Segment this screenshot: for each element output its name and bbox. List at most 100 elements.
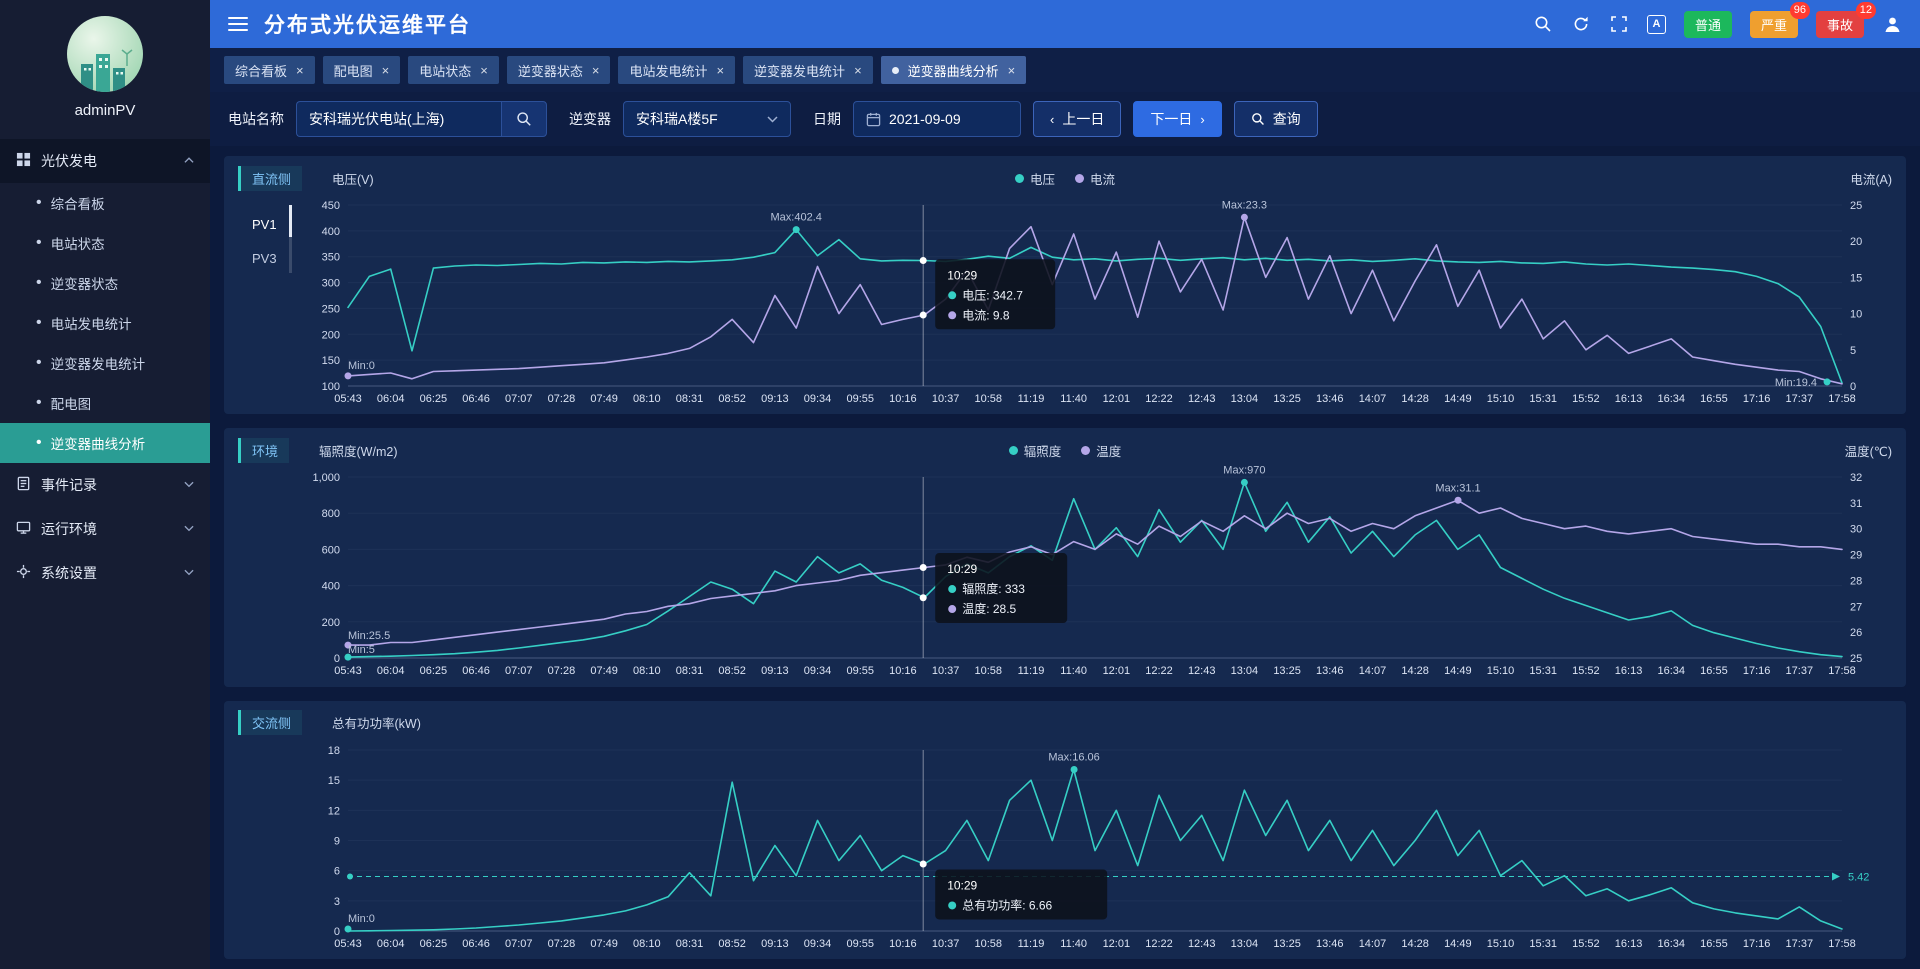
env-panel-header: 环境 辐照度(W/m2) 辐照度温度 温度(℃): [238, 437, 1892, 463]
chevron-left-icon: ‹: [1050, 112, 1054, 127]
search-icon: [1251, 112, 1265, 126]
svg-text:12: 12: [328, 805, 340, 817]
svg-text:17:37: 17:37: [1786, 393, 1814, 405]
svg-text:16:34: 16:34: [1657, 938, 1685, 950]
tab-close-icon[interactable]: ×: [382, 63, 390, 78]
svg-text:450: 450: [322, 200, 340, 212]
tab-close-icon[interactable]: ×: [716, 63, 724, 78]
environment-panel: 环境 辐照度(W/m2) 辐照度温度 温度(℃) 02004006008001,…: [224, 428, 1906, 686]
svg-text:5: 5: [1850, 345, 1856, 357]
svg-text:800: 800: [322, 509, 340, 521]
alarm-badge-severe[interactable]: 严重 96: [1750, 11, 1798, 38]
sidebar-subitem[interactable]: •电站状态: [0, 223, 210, 263]
svg-text:09:13: 09:13: [761, 393, 789, 405]
svg-text:17:16: 17:16: [1743, 938, 1771, 950]
alarm-badge-accident[interactable]: 事故 12: [1816, 11, 1864, 38]
pv-tabs-scrollbar-thumb[interactable]: [289, 205, 292, 237]
pv-tab-pv1[interactable]: PV1: [238, 207, 302, 241]
legend-item[interactable]: 温度: [1081, 441, 1121, 460]
tab-close-icon[interactable]: ×: [1008, 63, 1016, 78]
tab-inverter-status[interactable]: 逆变器状态×: [507, 56, 611, 84]
active-power-chart[interactable]: 036912151805:4306:0406:2506:4607:0707:28…: [302, 736, 1892, 953]
legend-item[interactable]: 电压: [1015, 169, 1055, 188]
refresh-icon[interactable]: [1571, 14, 1591, 34]
svg-text:0: 0: [334, 926, 340, 938]
date-picker[interactable]: 2021-09-09: [853, 101, 1021, 137]
station-name-input[interactable]: [296, 101, 501, 137]
tab-inverter-gen-stats[interactable]: 逆变器发电统计×: [743, 56, 873, 84]
query-button[interactable]: 查询: [1234, 101, 1318, 137]
svg-text:16:55: 16:55: [1700, 393, 1728, 405]
fullscreen-icon[interactable]: [1609, 14, 1629, 34]
alarm-badge-normal[interactable]: 普通: [1684, 11, 1732, 38]
bullet-icon: •: [36, 395, 42, 411]
env-right-axis-title: 温度(℃): [1845, 445, 1892, 459]
svg-text:14:07: 14:07: [1359, 665, 1387, 677]
sidebar-subitem[interactable]: •电站发电统计: [0, 303, 210, 343]
search-icon[interactable]: [1533, 14, 1553, 34]
dc-panel-body: PV1PV3 100150200250300350400450051015202…: [238, 191, 1892, 408]
sidebar-subitem[interactable]: •逆变器曲线分析: [0, 423, 210, 463]
svg-text:电流: 9.8: 电流: 9.8: [962, 308, 1010, 322]
tab-close-icon[interactable]: ×: [296, 63, 304, 78]
svg-text:Min:5: Min:5: [348, 644, 375, 656]
tab-close-icon[interactable]: ×: [480, 63, 488, 78]
user-icon[interactable]: [1882, 14, 1902, 34]
username: adminPV: [75, 102, 136, 119]
topbar: 分布式光伏运维平台 A 普通 严重 96: [210, 0, 1920, 48]
tab-close-icon[interactable]: ×: [592, 63, 600, 78]
svg-text:12:43: 12:43: [1188, 393, 1216, 405]
sidebar-subitem[interactable]: •配电图: [0, 383, 210, 423]
legend-item[interactable]: 电流: [1075, 169, 1115, 188]
doc-icon: [16, 476, 31, 494]
svg-text:07:07: 07:07: [505, 665, 533, 677]
svg-text:200: 200: [322, 329, 340, 341]
sidebar-item-system-settings[interactable]: 系统设置: [0, 551, 210, 595]
svg-text:14:28: 14:28: [1401, 665, 1429, 677]
tab-station-status[interactable]: 电站状态×: [408, 56, 499, 84]
svg-text:12:43: 12:43: [1188, 665, 1216, 677]
tab-distribution-diagram[interactable]: 配电图×: [323, 56, 401, 84]
ac-left-spacer: [238, 736, 302, 953]
prev-day-button[interactable]: ‹ 上一日: [1033, 101, 1121, 137]
next-day-button[interactable]: 下一日 ›: [1133, 101, 1221, 137]
pv-string-tabs: PV1PV3: [238, 191, 302, 408]
hamburger-icon[interactable]: [228, 17, 248, 31]
svg-text:12:01: 12:01: [1103, 938, 1131, 950]
dc-voltage-current-chart[interactable]: 100150200250300350400450051015202505:430…: [302, 191, 1892, 408]
irradiance-temperature-chart[interactable]: 02004006008001,000252627282930313205:430…: [302, 463, 1892, 680]
svg-text:14:49: 14:49: [1444, 938, 1472, 950]
tab-close-icon[interactable]: ×: [854, 63, 862, 78]
svg-text:300: 300: [322, 278, 340, 290]
tab-inverter-curve-analysis[interactable]: 逆变器曲线分析×: [881, 56, 1027, 84]
svg-text:25: 25: [1850, 653, 1862, 665]
svg-text:20: 20: [1850, 236, 1862, 248]
dc-side-panel: 直流侧 电压(V) 电压电流 电流(A) PV1PV3 100150200250…: [224, 156, 1906, 414]
svg-text:09:13: 09:13: [761, 665, 789, 677]
station-search-group: [296, 101, 547, 137]
svg-text:09:55: 09:55: [846, 393, 874, 405]
sidebar-item-pv-generation[interactable]: 光伏发电: [0, 139, 210, 183]
svg-text:电压: 342.7: 电压: 342.7: [962, 288, 1023, 302]
svg-text:06:25: 06:25: [420, 665, 448, 677]
tab-dashboard[interactable]: 综合看板×: [224, 56, 315, 84]
station-search-button[interactable]: [501, 101, 547, 137]
sidebar-subitem[interactable]: •逆变器发电统计: [0, 343, 210, 383]
sidebar-item-operating-env[interactable]: 运行环境: [0, 507, 210, 551]
svg-text:13:46: 13:46: [1316, 393, 1344, 405]
legend-item[interactable]: 辐照度: [1009, 441, 1062, 460]
chevron-down-icon: [184, 524, 194, 535]
sidebar-subitem[interactable]: •逆变器状态: [0, 263, 210, 303]
ac-panel-header: 交流侧 总有功功率(kW): [238, 710, 1892, 736]
pv-tab-pv3[interactable]: PV3: [238, 241, 302, 275]
tab-station-gen-stats[interactable]: 电站发电统计×: [618, 56, 735, 84]
ac-panel-badge: 交流侧: [238, 710, 302, 735]
inverter-select[interactable]: 安科瑞A楼5F: [623, 101, 791, 137]
svg-text:13:04: 13:04: [1231, 938, 1259, 950]
language-icon[interactable]: A: [1647, 15, 1666, 34]
sidebar-subitem[interactable]: •综合看板: [0, 183, 210, 223]
pv-tabs-scrollbar[interactable]: [289, 205, 292, 273]
svg-text:10:16: 10:16: [889, 665, 917, 677]
sidebar-item-event-records[interactable]: 事件记录: [0, 463, 210, 507]
svg-text:05:43: 05:43: [334, 938, 362, 950]
